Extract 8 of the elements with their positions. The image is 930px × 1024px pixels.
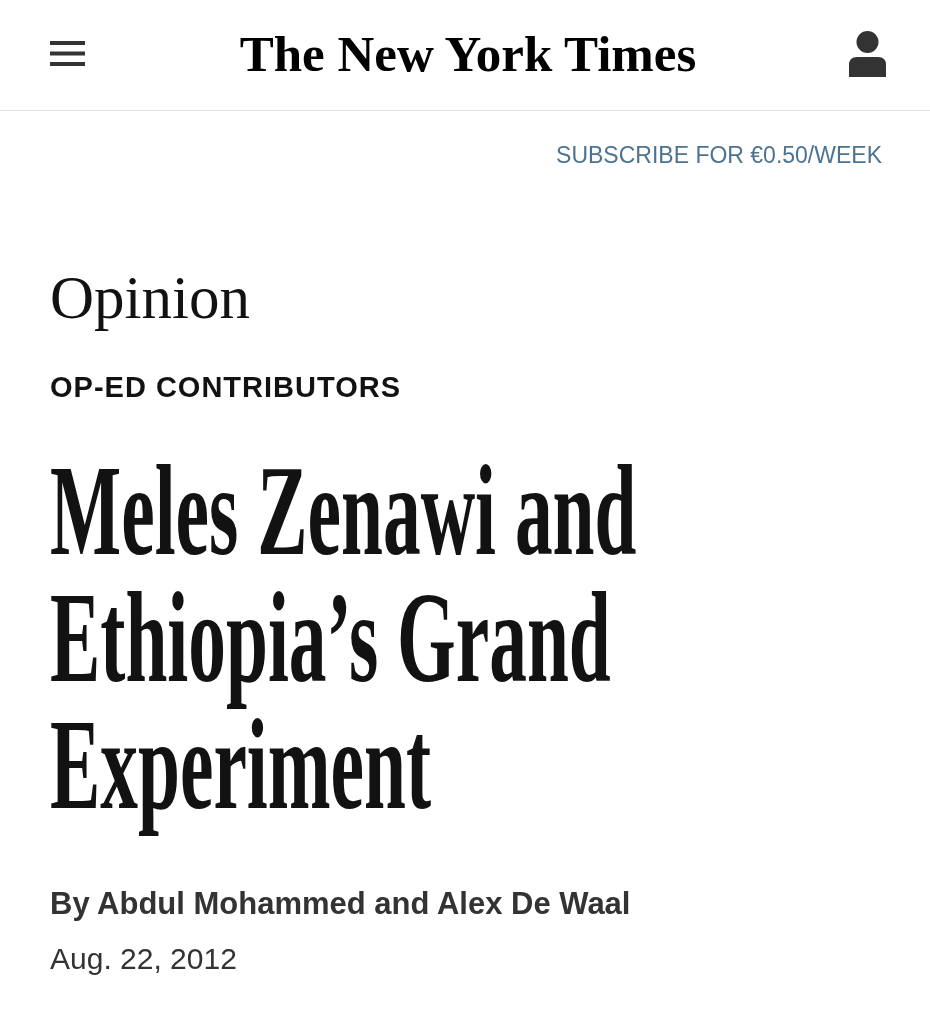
column-label[interactable]: OP-ED CONTRIBUTORS (50, 370, 401, 404)
subscribe-link[interactable]: SUBSCRIBE FOR €0.50/WEEK (556, 141, 882, 169)
article-byline: By Abdul Mohammed and Alex De Waal (50, 886, 631, 922)
article-date: Aug. 22, 2012 (50, 941, 237, 977)
article-headline: Meles Zenawi and Ethiopia’s Grand Experiment (50, 443, 638, 838)
menu-icon[interactable] (50, 41, 85, 67)
user-icon[interactable] (849, 30, 886, 77)
site-logo[interactable]: The New York Times (239, 24, 697, 84)
